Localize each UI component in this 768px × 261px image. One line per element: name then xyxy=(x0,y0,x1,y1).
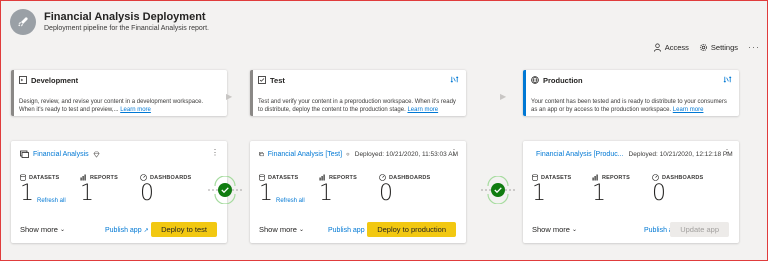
learn-more-link[interactable]: Learn more xyxy=(673,107,704,113)
development-icon xyxy=(19,76,27,84)
show-more-label: Show more xyxy=(259,225,297,234)
report-icon xyxy=(592,174,598,181)
premium-diamond-icon xyxy=(346,152,350,156)
publish-app-link[interactable]: Publish app ↗ xyxy=(105,227,149,234)
chevron-right-icon: ▶ xyxy=(226,92,233,101)
compare-icon[interactable] xyxy=(450,75,459,84)
dashboard-icon xyxy=(140,174,147,181)
datasets-label: DATASETS xyxy=(541,174,572,181)
page-title: Financial Analysis Deployment xyxy=(44,10,206,23)
stage-production: Production Your content has been tested … xyxy=(523,70,739,116)
dashboards-count: 0 xyxy=(652,181,666,206)
update-app-button[interactable]: Update app xyxy=(670,222,729,237)
top-actions: Access Settings ··· xyxy=(653,42,760,52)
compare-icon[interactable] xyxy=(723,75,732,84)
workspace-name-link[interactable]: Financial Analysis [Test] xyxy=(268,151,342,158)
content-card-test: Financial Analysis [Test] Deployed: 10/2… xyxy=(250,141,466,243)
access-label: Access xyxy=(664,42,689,52)
reports-label: REPORTS xyxy=(90,174,118,181)
stage-description: Design, review, and revise your content … xyxy=(19,99,204,113)
stage-name: Production xyxy=(543,75,583,85)
stage-development: Development Design, review, and revise y… xyxy=(11,70,227,116)
refresh-all-link[interactable]: Refresh all xyxy=(276,198,305,204)
stage-name: Development xyxy=(31,75,79,85)
chevron-down-icon: ⌄ xyxy=(571,227,577,233)
datasets-label: DATASETS xyxy=(268,174,299,181)
sync-status-connector xyxy=(481,176,515,204)
reports-count: 1 xyxy=(80,181,94,206)
production-icon xyxy=(531,76,539,84)
deployed-timestamp: Deployed: 10/21/2020, 11:53:03 AM xyxy=(354,150,458,158)
workspace-icon xyxy=(20,150,29,158)
reports-label: REPORTS xyxy=(329,174,357,181)
premium-diamond-icon xyxy=(93,151,100,158)
learn-more-link[interactable]: Learn more xyxy=(407,107,438,113)
workspace-name-link[interactable]: Financial Analysis [Produc... xyxy=(536,151,624,158)
more-options-button[interactable]: ··· xyxy=(748,42,760,52)
page-subtitle: Deployment pipeline for the Financial An… xyxy=(44,24,209,32)
dashboard-icon xyxy=(379,174,386,181)
page-header: Financial Analysis Deployment Deployment… xyxy=(10,7,209,37)
deploy-to-production-button[interactable]: Deploy to production xyxy=(367,222,456,237)
chevron-down-icon: ⌄ xyxy=(298,227,304,233)
publish-app-label: Publish app xyxy=(328,227,365,234)
refresh-all-link[interactable]: Refresh all xyxy=(37,198,66,204)
dataset-icon xyxy=(259,174,265,181)
learn-more-link[interactable]: Learn more xyxy=(120,107,151,113)
chevron-right-icon: ▶ xyxy=(500,92,507,101)
show-more-label: Show more xyxy=(20,225,58,234)
rocket-icon xyxy=(10,9,36,35)
report-icon xyxy=(80,174,86,181)
reports-count: 1 xyxy=(319,181,333,206)
show-more-button[interactable]: Show more ⌄ xyxy=(20,225,65,234)
test-icon xyxy=(258,76,266,84)
show-more-button[interactable]: Show more ⌄ xyxy=(532,225,577,234)
workspace-name-link[interactable]: Financial Analysis xyxy=(33,151,89,158)
dashboards-label: DASHBOARDS xyxy=(662,174,704,181)
publish-app-link[interactable]: Publish app ↗ xyxy=(328,227,372,234)
dashboards-count: 0 xyxy=(379,181,393,206)
workspace-icon xyxy=(259,152,264,157)
stage-test: Test Test and verify your content in a p… xyxy=(250,70,466,116)
publish-app-label: Publish app xyxy=(105,227,142,234)
dataset-icon xyxy=(532,174,538,181)
sync-status-connector xyxy=(208,176,242,204)
person-icon xyxy=(653,43,661,52)
external-link-icon: ↗ xyxy=(143,228,149,234)
datasets-label: DATASETS xyxy=(29,174,60,181)
deploy-to-test-button[interactable]: Deploy to test xyxy=(151,222,217,237)
dashboards-label: DASHBOARDS xyxy=(150,174,192,181)
content-card-development: Financial Analysis ⋮ DATASETS 1 REPORTS … xyxy=(11,141,227,243)
dashboard-icon xyxy=(652,174,659,181)
report-icon xyxy=(319,174,325,181)
deployed-timestamp: Deployed: 10/21/2020, 12:12:18 PM xyxy=(628,150,733,158)
stage-name: Test xyxy=(270,75,285,85)
card-more-options-icon[interactable]: ⋮ xyxy=(211,148,219,157)
show-more-button[interactable]: Show more ⌄ xyxy=(259,225,304,234)
show-more-label: Show more xyxy=(532,225,570,234)
chevron-down-icon: ⌄ xyxy=(59,227,65,233)
dashboards-label: DASHBOARDS xyxy=(389,174,431,181)
settings-button[interactable]: Settings xyxy=(699,43,738,52)
reports-label: REPORTS xyxy=(602,174,630,181)
settings-label: Settings xyxy=(710,42,738,52)
reports-count: 1 xyxy=(592,181,606,206)
dataset-icon xyxy=(20,174,26,181)
dashboards-count: 0 xyxy=(140,181,154,206)
card-more-options-icon[interactable]: ⋮ xyxy=(450,148,458,157)
gear-icon xyxy=(699,43,707,51)
access-button[interactable]: Access xyxy=(653,43,689,52)
content-card-production: Financial Analysis [Produc... Deployed: … xyxy=(523,141,739,243)
datasets-count: 1 xyxy=(532,181,546,206)
card-more-options-icon[interactable]: ⋮ xyxy=(723,148,731,157)
